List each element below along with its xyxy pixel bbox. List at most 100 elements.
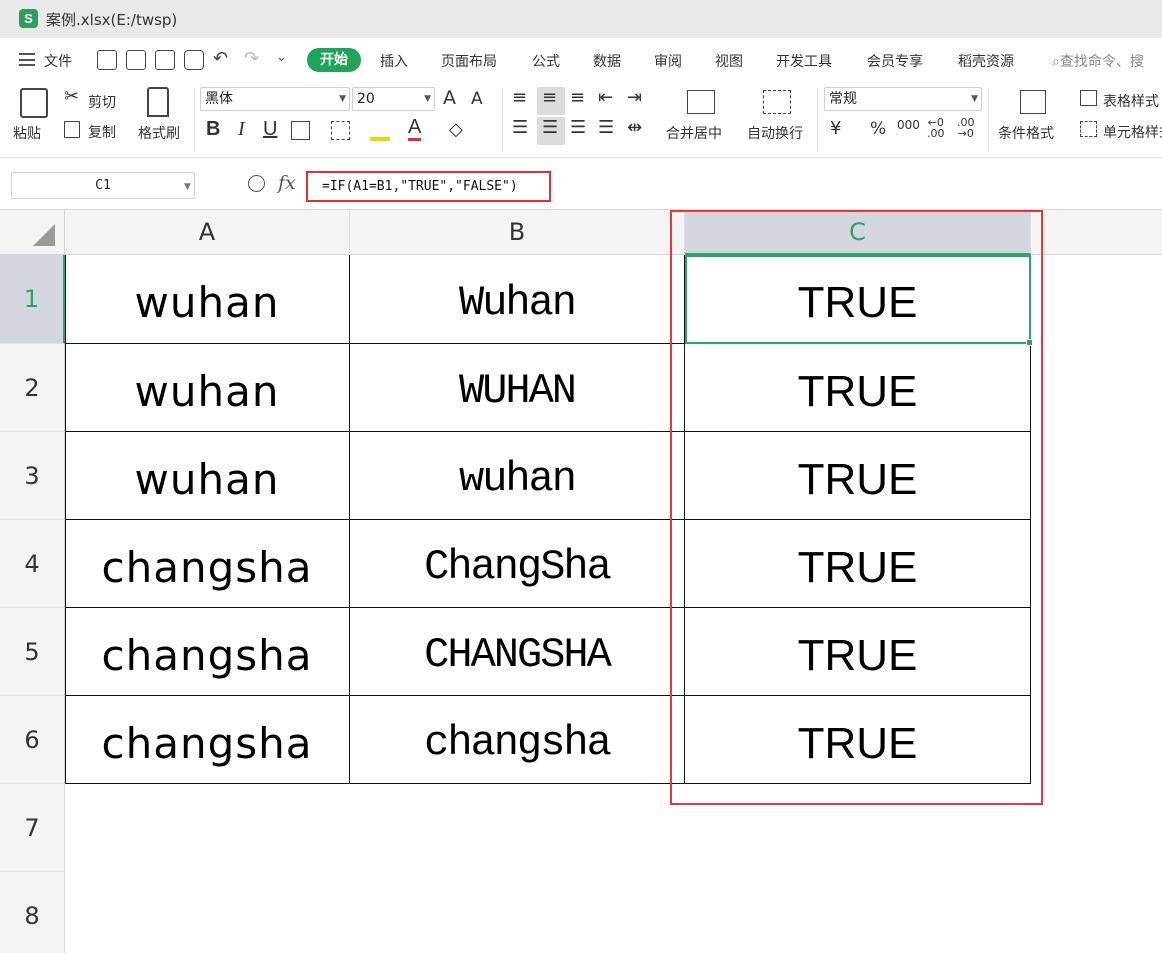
zoom-formula-icon[interactable] bbox=[248, 175, 265, 192]
file-menu[interactable]: 文件 bbox=[44, 51, 72, 71]
align-right-icon[interactable]: ☰ bbox=[570, 117, 586, 138]
justify-icon[interactable]: ☰ bbox=[598, 117, 614, 138]
tab-formulas[interactable]: 公式 bbox=[532, 51, 560, 71]
cell-a6[interactable]: changsha bbox=[65, 696, 350, 784]
increase-decimal-icon[interactable]: ←0.00 bbox=[927, 117, 945, 139]
tab-home[interactable]: 开始 bbox=[307, 48, 361, 72]
cell-a4[interactable]: changsha bbox=[65, 520, 350, 608]
cell-a5[interactable]: changsha bbox=[65, 608, 350, 696]
quick-access-more-icon[interactable]: ⌄ bbox=[276, 50, 287, 65]
copy-icon[interactable] bbox=[64, 121, 80, 138]
cell-style-icon[interactable] bbox=[1080, 121, 1097, 137]
cut-button[interactable]: 剪切 bbox=[88, 92, 116, 112]
column-header-a[interactable]: A bbox=[65, 210, 350, 255]
decrease-font-size-icon[interactable]: A bbox=[471, 89, 483, 109]
tab-docer-resources[interactable]: 稻壳资源 bbox=[958, 51, 1014, 71]
align-center-icon[interactable]: ☰ bbox=[542, 117, 558, 138]
currency-icon[interactable]: ¥ bbox=[830, 118, 841, 139]
window-title: 案例.xlsx(E:/twsp) bbox=[46, 11, 178, 29]
font-size-select[interactable]: 20 ▼ bbox=[352, 87, 435, 111]
command-search-placeholder: 查找命令、搜 bbox=[1059, 54, 1144, 70]
cell-a3[interactable]: wuhan bbox=[65, 432, 350, 520]
cell-b4[interactable]: ChangSha bbox=[350, 520, 685, 608]
format-painter-icon[interactable] bbox=[147, 87, 169, 117]
row-header-2[interactable]: 2 bbox=[0, 344, 65, 432]
font-name-value: 黑体 bbox=[205, 91, 233, 107]
row-header-7[interactable]: 7 bbox=[0, 784, 65, 872]
number-format-select[interactable]: 常规 ▼ bbox=[824, 87, 982, 111]
table-left-border bbox=[65, 255, 66, 784]
align-left-icon[interactable]: ☰ bbox=[512, 117, 528, 138]
tab-developer[interactable]: 开发工具 bbox=[776, 51, 832, 71]
row-header-1[interactable]: 1 bbox=[0, 255, 65, 344]
table-style-icon[interactable] bbox=[1080, 90, 1097, 106]
percent-icon[interactable]: % bbox=[870, 119, 886, 139]
column-header-b[interactable]: B bbox=[350, 210, 685, 255]
row-header-4[interactable]: 4 bbox=[0, 520, 65, 608]
format-painter-button[interactable]: 格式刷 bbox=[138, 123, 180, 143]
tab-member[interactable]: 会员专享 bbox=[867, 51, 923, 71]
conditional-format-button[interactable]: 条件格式 bbox=[998, 123, 1054, 143]
tab-view[interactable]: 视图 bbox=[715, 51, 743, 71]
font-color-icon[interactable]: A bbox=[408, 116, 422, 141]
distributed-align-icon[interactable]: ⇹ bbox=[627, 117, 642, 138]
name-box[interactable]: C1 bbox=[11, 172, 195, 199]
paste-button[interactable]: 粘贴 bbox=[13, 123, 41, 143]
print-icon[interactable] bbox=[155, 50, 175, 70]
merge-center-button[interactable]: 合并居中 bbox=[666, 123, 722, 143]
formula-input[interactable]: =IF(A1=B1,"TRUE","FALSE") bbox=[306, 171, 551, 202]
increase-indent-icon[interactable]: ⇥ bbox=[627, 87, 642, 108]
conditional-format-icon[interactable] bbox=[1020, 90, 1046, 114]
chevron-down-icon[interactable]: ▼ bbox=[184, 182, 191, 192]
underline-button[interactable]: U bbox=[263, 118, 277, 141]
cell-style-button[interactable]: 单元格样式 bbox=[1103, 122, 1162, 142]
italic-button[interactable]: I bbox=[238, 118, 245, 141]
cell-fill-pattern-icon[interactable] bbox=[331, 121, 350, 140]
cell-b3[interactable]: wuhan bbox=[350, 432, 685, 520]
cell-b6[interactable]: changsha bbox=[350, 696, 685, 784]
cell-b2[interactable]: WUHAN bbox=[350, 344, 685, 432]
row-header-6[interactable]: 6 bbox=[0, 696, 65, 784]
increase-font-size-icon[interactable]: A bbox=[443, 87, 456, 109]
paste-icon[interactable] bbox=[20, 88, 48, 118]
clear-format-icon[interactable]: ◇ bbox=[449, 119, 463, 140]
font-name-select[interactable]: 黑体 ▼ bbox=[200, 87, 350, 111]
column-header-d[interactable] bbox=[1031, 210, 1162, 255]
cell-b1[interactable]: Wuhan bbox=[350, 255, 685, 344]
tab-data[interactable]: 数据 bbox=[593, 51, 621, 71]
row-header-3[interactable]: 3 bbox=[0, 432, 65, 520]
command-search[interactable]: ⌕查找命令、搜 bbox=[1052, 51, 1144, 71]
copy-button[interactable]: 复制 bbox=[88, 122, 116, 142]
row-header-8[interactable]: 8 bbox=[0, 872, 65, 953]
bold-button[interactable]: B bbox=[206, 118, 220, 141]
wrap-text-button[interactable]: 自动换行 bbox=[747, 123, 803, 143]
save-icon[interactable] bbox=[97, 50, 117, 70]
redo-icon[interactable]: ↷ bbox=[244, 48, 259, 69]
cell-b5[interactable]: CHANGSHA bbox=[350, 608, 685, 696]
align-middle-icon[interactable]: ≡ bbox=[542, 87, 557, 108]
row-header-5[interactable]: 5 bbox=[0, 608, 65, 696]
cell-a1[interactable]: wuhan bbox=[65, 255, 350, 344]
tab-page-layout[interactable]: 页面布局 bbox=[441, 51, 497, 71]
tab-insert[interactable]: 插入 bbox=[380, 51, 408, 71]
table-style-button[interactable]: 表格样式 bbox=[1103, 91, 1159, 111]
decrease-decimal-icon[interactable]: .00 →0 bbox=[957, 117, 975, 139]
undo-icon[interactable]: ↶ bbox=[213, 48, 228, 69]
ribbon-separator bbox=[194, 88, 195, 152]
cell-a2[interactable]: wuhan bbox=[65, 344, 350, 432]
align-top-icon[interactable]: ≡ bbox=[512, 87, 527, 108]
borders-icon[interactable] bbox=[291, 121, 310, 140]
thousands-separator-icon[interactable]: 000 bbox=[897, 118, 920, 132]
fill-color-icon[interactable] bbox=[370, 119, 390, 141]
wrap-text-icon[interactable] bbox=[763, 90, 791, 114]
align-bottom-icon[interactable]: ≡ bbox=[570, 87, 585, 108]
insert-function-icon[interactable]: fx bbox=[278, 172, 296, 194]
merge-center-icon[interactable] bbox=[687, 90, 715, 114]
select-all-corner[interactable] bbox=[0, 210, 65, 255]
tab-review[interactable]: 审阅 bbox=[654, 51, 682, 71]
scissors-icon[interactable]: ✂ bbox=[64, 86, 79, 107]
print-preview-icon[interactable] bbox=[184, 50, 204, 70]
decrease-indent-icon[interactable]: ⇤ bbox=[598, 87, 613, 108]
hamburger-menu-icon[interactable] bbox=[19, 53, 35, 66]
save-as-icon[interactable] bbox=[126, 50, 146, 70]
